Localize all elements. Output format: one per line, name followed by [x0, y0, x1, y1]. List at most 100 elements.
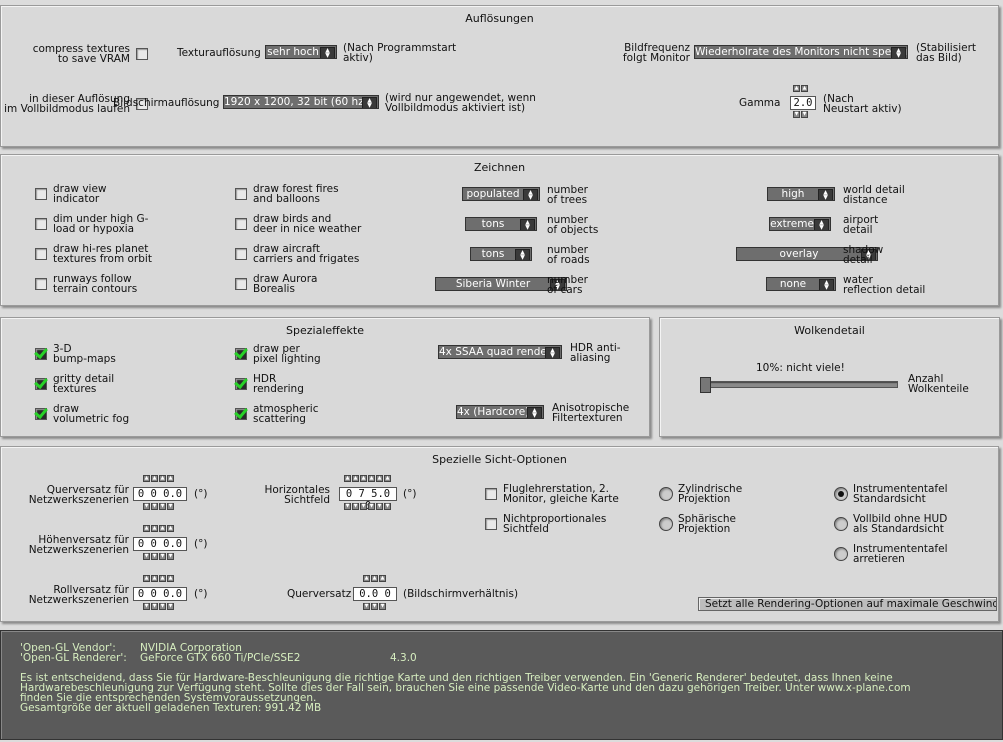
hfov-unit: (°) [403, 488, 417, 500]
spezial-checkbox-label-5: atmospheric scattering [253, 403, 319, 425]
gamma-down-arrows[interactable]: ▼ ▼ [793, 111, 808, 119]
spezial-checkbox-0[interactable] [35, 348, 47, 360]
spezialeffekte-panel: Spezialeffekte 3-D bump-maps gritty detail… [0, 317, 650, 437]
zeichnen-checkbox-label-3: runways follow terrain contours [53, 273, 138, 295]
max-speed-button[interactable]: Setzt alle Rendering-Optionen auf maxima… [698, 597, 997, 611]
zeichnen-mid-dropdown-label-0: number of trees [547, 184, 588, 206]
querversatz-netz-label: Querversatz für Netzwerkszenerien [28, 484, 129, 506]
chevron-updown-icon: ▲ ▼ [320, 47, 335, 58]
zylindrisch-radio[interactable] [659, 487, 673, 501]
hdr-antialiasing-dropdown[interactable]: 4x SSAA quad render ▲ ▼ [438, 345, 562, 359]
hfov-up-arrows[interactable]: ▲ ▲ ▲ ▲ ▲ ▲ [344, 475, 391, 483]
zeichnen-right-dropdown-1[interactable]: extreme ▲ ▼ [769, 217, 831, 231]
chevron-updown-icon: ▲ ▼ [523, 189, 538, 200]
zeichnen-checkbox-7[interactable] [235, 278, 247, 290]
rollversatz-up-arrows[interactable]: ▲ ▲ ▲ ▲ [143, 575, 174, 583]
zeichnen-checkbox-5[interactable] [235, 218, 247, 230]
querversatz-bild-down-arrows[interactable]: ▼ ▼ ▼ [363, 603, 386, 611]
texturaufloesung-dropdown[interactable]: sehr hoch ▲ ▼ [265, 45, 337, 59]
spezial-checkbox-label-4: HDR rendering [253, 373, 304, 395]
spezial-checkbox-label-2: draw volumetric fog [53, 403, 130, 425]
zylindrisch-label: Zylindrische Projektion [678, 483, 743, 505]
zeichnen-checkbox-2[interactable] [35, 248, 47, 260]
wolkendetail-title: Wolkendetail [794, 324, 865, 337]
compress-checkbox[interactable] [136, 48, 148, 60]
zeichnen-checkbox-label-2: draw hi-res planet textures from orbit [53, 243, 152, 265]
bildschirmaufloesung-dropdown[interactable]: 1920 x 1200, 32 bit (60 hz) ▲ ▼ [223, 95, 379, 109]
hoehenversatz-input[interactable]: 0 0 0.0 [133, 537, 187, 551]
zeichnen-checkbox-4[interactable] [235, 188, 247, 200]
vollbild-hud-label: Vollbild ohne HUD als Standardsicht [853, 513, 948, 535]
spezial-checkbox-2[interactable] [35, 408, 47, 420]
hoehenversatz-up-arrows[interactable]: ▲ ▲ ▲ ▲ [143, 525, 174, 533]
zeichnen-right-dropdown-label-2: shadow detail [843, 244, 884, 266]
chevron-updown-icon: ▲ ▼ [818, 189, 833, 200]
spezial-checkbox-label-1: gritty detail textures [53, 373, 115, 395]
hoehenversatz-unit: (°) [194, 538, 208, 550]
chevron-updown-icon: ▲ ▼ [520, 219, 535, 230]
gamma-up-arrows[interactable]: ▲ ▲ [793, 85, 808, 93]
horizontales-sichtfeld-input[interactable]: 0 7 5.0 0 [339, 487, 397, 512]
cloud-slider-handle[interactable] [700, 377, 711, 393]
fluglehrerstation-checkbox[interactable] [485, 488, 497, 500]
zeichnen-right-dropdown-0[interactable]: high ▲ ▼ [767, 187, 835, 201]
hfov-down-arrows[interactable]: ▼ ▼ ▼ ▼ ▼ ▼ [344, 503, 391, 511]
bildfrequenz-dropdown[interactable]: Wiederholrate des Monitors nicht sperren… [694, 45, 908, 59]
sphaerisch-radio[interactable] [659, 517, 673, 531]
querversatz-down-arrows[interactable]: ▼ ▼ ▼ ▼ [143, 503, 174, 511]
hdr-antialiasing-label: HDR anti-aliasing [570, 342, 621, 364]
zeichnen-checkbox-3[interactable] [35, 278, 47, 290]
zeichnen-mid-dropdown-0[interactable]: populated ▲ ▼ [462, 187, 540, 201]
querversatz-netz-input[interactable]: 0 0 0.0 [133, 487, 187, 501]
spezial-checkbox-5[interactable] [235, 408, 247, 420]
spezial-checkbox-4[interactable] [235, 378, 247, 390]
zeichnen-panel: Zeichnen draw view indicator dim under hig… [0, 154, 999, 306]
sphaerisch-label: Sphärische Projektion [678, 513, 737, 535]
instrumententafel-arretieren-label: Instrumententafel arretieren [853, 543, 948, 565]
anzahl-wolkenteile-label: Anzahl Wolkenteile [908, 373, 969, 395]
zeichnen-right-dropdown-label-1: airport detail [843, 214, 879, 236]
zeichnen-mid-dropdown-1[interactable]: tons ▲ ▼ [465, 217, 537, 231]
anisotropic-label: Anisotropische Filtertexturen [552, 402, 630, 424]
bildfrequenz-note: (Stabilisiert das Bild) [916, 42, 977, 64]
anisotropic-dropdown[interactable]: 4x (Hardcore) ▲ ▼ [456, 405, 544, 419]
spezial-checkbox-1[interactable] [35, 378, 47, 390]
cloud-slider-track[interactable] [700, 381, 898, 388]
slider-caption: 10%: nicht viele! [756, 362, 845, 374]
querversatz-bild-up-arrows[interactable]: ▲ ▲ ▲ [363, 575, 386, 583]
zeichnen-checkbox-label-5: draw birds and deer in nice weather [253, 213, 362, 235]
rollversatz-down-arrows[interactable]: ▼ ▼ ▼ ▼ [143, 603, 174, 611]
chevron-updown-icon: ▲ ▼ [891, 47, 906, 58]
querversatz-bild-input[interactable]: 0.0 0 [353, 587, 397, 601]
zeichnen-checkbox-1[interactable] [35, 218, 47, 230]
zeichnen-checkbox-6[interactable] [235, 248, 247, 260]
spezialeffekte-title: Spezialeffekte [286, 324, 364, 337]
bildschirmaufloesung-note: (wird nur angewendet, wenn Vollbildmodus … [385, 92, 536, 114]
zeichnen-checkbox-label-4: draw forest fires and balloons [253, 183, 339, 205]
querversatz-unit: (°) [194, 488, 208, 500]
bildschirmaufloesung-label: Bildschirmauflösung [113, 97, 220, 109]
instrumententafel-arretieren-radio[interactable] [834, 547, 848, 561]
rollversatz-input[interactable]: 0 0 0.0 [133, 587, 187, 601]
vollbild-hud-radio[interactable] [834, 517, 848, 531]
hoehenversatz-down-arrows[interactable]: ▼ ▼ ▼ ▼ [143, 553, 174, 561]
nichtproportional-checkbox[interactable] [485, 518, 497, 530]
opengl-info-panel: 'Open-GL Vendor': NVIDIA Corporation 'Op… [0, 630, 1003, 740]
zeichnen-mid-dropdown-label-3: number of cars [547, 274, 588, 296]
zeichnen-right-dropdown-3[interactable]: none ▲ ▼ [766, 277, 836, 291]
spezial-checkbox-3[interactable] [235, 348, 247, 360]
zeichnen-right-dropdown-label-3: water reflection detail [843, 274, 926, 296]
chevron-updown-icon: ▲ ▼ [814, 219, 829, 230]
zeichnen-checkbox-label-1: dim under high G-load or hypoxia [53, 213, 149, 235]
nichtproportional-label: Nichtproportionales Sichtfeld [503, 513, 607, 535]
zeichnen-checkbox-0[interactable] [35, 188, 47, 200]
querversatz-up-arrows[interactable]: ▲ ▲ ▲ ▲ [143, 475, 174, 483]
gamma-label: Gamma [739, 97, 781, 109]
zeichnen-mid-dropdown-2[interactable]: tons ▲ ▼ [470, 247, 532, 261]
instrumententafel-standard-radio[interactable] [834, 487, 848, 501]
instrumententafel-standard-label: Instrumententafel Standardsicht [853, 483, 948, 505]
chevron-updown-icon: ▲ ▼ [819, 279, 834, 290]
gamma-input[interactable]: 2.0 [790, 96, 816, 110]
sicht-title: Spezielle Sicht-Optionen [432, 453, 567, 466]
compress-label: compress textures to save VRAM [32, 43, 130, 65]
